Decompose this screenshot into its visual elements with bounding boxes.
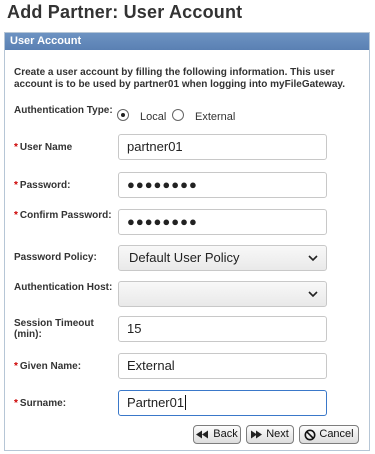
confirm-password-field[interactable]: ●●●●●●●● xyxy=(118,209,327,235)
back-button[interactable]: Back xyxy=(193,425,241,444)
session-timeout-field[interactable]: 15 xyxy=(118,316,327,342)
required-marker: * xyxy=(14,398,18,409)
required-marker: * xyxy=(14,361,18,372)
next-button-label: Next xyxy=(266,428,289,440)
next-arrow-icon xyxy=(251,430,263,439)
text-caret xyxy=(185,395,187,410)
auth-type-external-label[interactable]: External xyxy=(195,111,235,123)
auth-type-label: Authentication Type: xyxy=(14,105,113,116)
next-button[interactable]: Next xyxy=(246,425,294,444)
chevron-down-icon xyxy=(308,291,318,298)
password-field[interactable]: ●●●●●●●● xyxy=(118,172,327,198)
chevron-down-icon xyxy=(308,255,318,262)
intro-text: Create a user account by filling the fol… xyxy=(14,67,345,90)
confirm-password-label: * Confirm Password: xyxy=(14,210,112,221)
given-name-label: * Given Name: xyxy=(14,361,82,372)
back-double-arrow-icon xyxy=(196,430,209,439)
surname-label: * Surname: xyxy=(14,398,67,409)
cancel-button[interactable]: Cancel xyxy=(299,425,359,444)
password-policy-label: Password Policy: xyxy=(14,252,97,263)
cancel-circle-slash-icon xyxy=(304,429,316,440)
given-name-field[interactable]: External xyxy=(118,353,327,379)
page-title: Add Partner: User Account xyxy=(7,2,243,22)
back-button-label: Back xyxy=(213,428,238,440)
auth-type-external-radio[interactable] xyxy=(172,109,184,121)
user-name-label: * User Name xyxy=(14,142,73,153)
required-marker: * xyxy=(14,210,18,221)
auth-type-local-radio[interactable] xyxy=(117,109,129,121)
surname-value: Partner01 xyxy=(127,395,185,410)
auth-host-select[interactable] xyxy=(118,281,327,307)
auth-type-local-label[interactable]: Local xyxy=(140,111,166,123)
password-policy-select[interactable]: Default User Policy xyxy=(118,245,327,271)
password-label: * Password: xyxy=(14,180,71,191)
panel-header: User Account xyxy=(5,33,369,50)
session-timeout-label: Session Timeout (min): xyxy=(14,318,94,340)
cancel-button-label: Cancel xyxy=(319,428,354,440)
password-policy-value: Default User Policy xyxy=(129,250,240,265)
required-marker: * xyxy=(14,142,18,153)
auth-host-label: Authentication Host: xyxy=(14,282,113,293)
user-name-field[interactable]: partner01 xyxy=(118,134,327,160)
required-marker: * xyxy=(14,180,18,191)
surname-field[interactable]: Partner01 xyxy=(118,390,327,416)
user-account-panel: User Account Create a user account by fi… xyxy=(4,32,370,451)
